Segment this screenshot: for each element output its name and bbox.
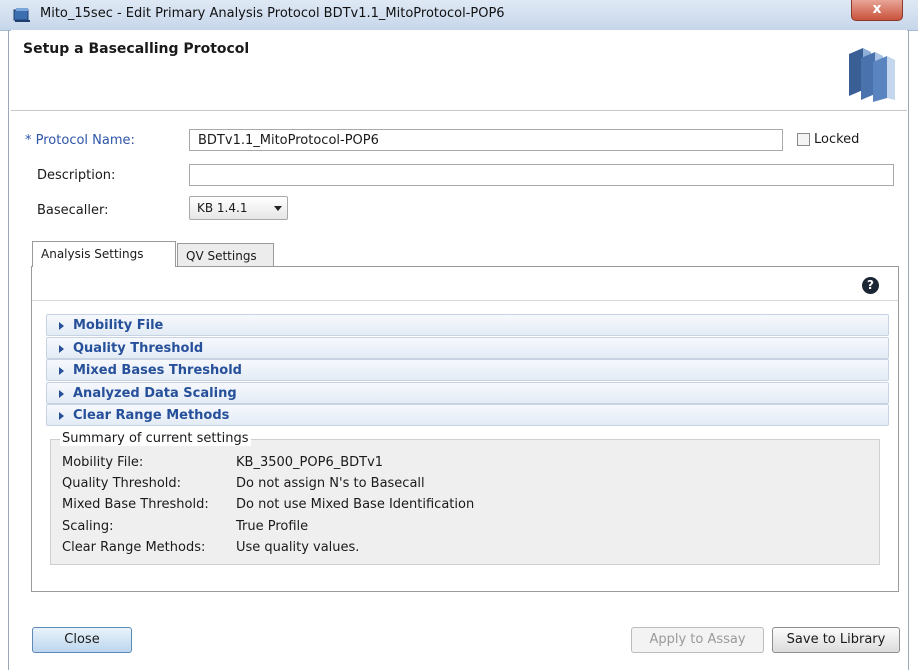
protocol-name-label-text: Protocol Name:	[35, 133, 135, 148]
basecaller-select[interactable]: KB 1.4.1	[189, 196, 288, 220]
app-icon	[13, 8, 30, 22]
tab-qv-settings[interactable]: QV Settings	[177, 243, 274, 267]
protocol-name-label: * Protocol Name:	[25, 133, 135, 148]
tab-analysis-settings[interactable]: Analysis Settings	[32, 241, 176, 267]
expand-triangle-icon	[59, 322, 64, 330]
summary-key: Clear Range Methods:	[62, 540, 206, 555]
section-label: Analyzed Data Scaling	[73, 386, 237, 401]
apply-to-assay-button[interactable]: Apply to Assay	[631, 627, 764, 653]
expand-triangle-icon	[59, 367, 64, 375]
summary-key: Scaling:	[62, 519, 114, 534]
frame-right	[908, 30, 909, 670]
section-mixed-bases-threshold[interactable]: Mixed Bases Threshold	[46, 359, 889, 381]
summary-key: Quality Threshold:	[62, 476, 182, 491]
section-quality-threshold[interactable]: Quality Threshold	[46, 337, 889, 359]
section-analyzed-data-scaling[interactable]: Analyzed Data Scaling	[46, 382, 889, 404]
section-label: Clear Range Methods	[73, 408, 230, 423]
summary-title: Summary of current settings	[60, 431, 251, 446]
summary-value: Do not assign N's to Basecall	[236, 476, 425, 491]
section-label: Mixed Bases Threshold	[73, 363, 242, 378]
help-icon[interactable]: ?	[862, 277, 879, 294]
description-input[interactable]	[189, 164, 894, 186]
close-button[interactable]: Close	[32, 627, 132, 653]
summary-value: True Profile	[236, 519, 309, 534]
header-divider	[11, 110, 907, 111]
protocol-name-input[interactable]: BDTv1.1_MitoProtocol-POP6	[189, 129, 783, 151]
locked-checkbox[interactable]	[797, 133, 810, 146]
title-bar: Mito_15sec - Edit Primary Analysis Proto…	[0, 0, 918, 31]
frame-left	[8, 30, 9, 670]
chevron-down-icon	[274, 206, 282, 211]
locked-label: Locked	[814, 132, 860, 147]
panel-divider	[32, 300, 898, 301]
section-label: Quality Threshold	[73, 341, 204, 356]
summary-value: Use quality values.	[236, 540, 360, 555]
basecaller-value: KB 1.4.1	[197, 201, 248, 215]
expand-triangle-icon	[59, 412, 64, 420]
window-title: Mito_15sec - Edit Primary Analysis Proto…	[40, 6, 505, 21]
section-mobility-file[interactable]: Mobility File	[46, 314, 889, 336]
page-title: Setup a Basecalling Protocol	[23, 41, 250, 57]
summary-key: Mixed Base Threshold:	[62, 497, 209, 512]
protocol-library-icon	[849, 48, 895, 102]
section-label: Mobility File	[73, 318, 164, 333]
summary-value: KB_3500_POP6_BDTv1	[236, 455, 384, 470]
save-to-library-button[interactable]: Save to Library	[772, 627, 900, 653]
window-close-button[interactable]: x	[851, 0, 903, 21]
section-clear-range-methods[interactable]: Clear Range Methods	[46, 404, 889, 426]
summary-value: Do not use Mixed Base Identification	[236, 497, 475, 512]
basecaller-label: Basecaller:	[37, 203, 109, 218]
expand-triangle-icon	[59, 345, 64, 353]
header-band: Setup a Basecalling Protocol	[11, 30, 907, 110]
summary-key: Mobility File:	[62, 455, 144, 470]
required-marker: *	[25, 133, 32, 148]
description-label: Description:	[37, 168, 116, 183]
expand-triangle-icon	[59, 390, 64, 398]
